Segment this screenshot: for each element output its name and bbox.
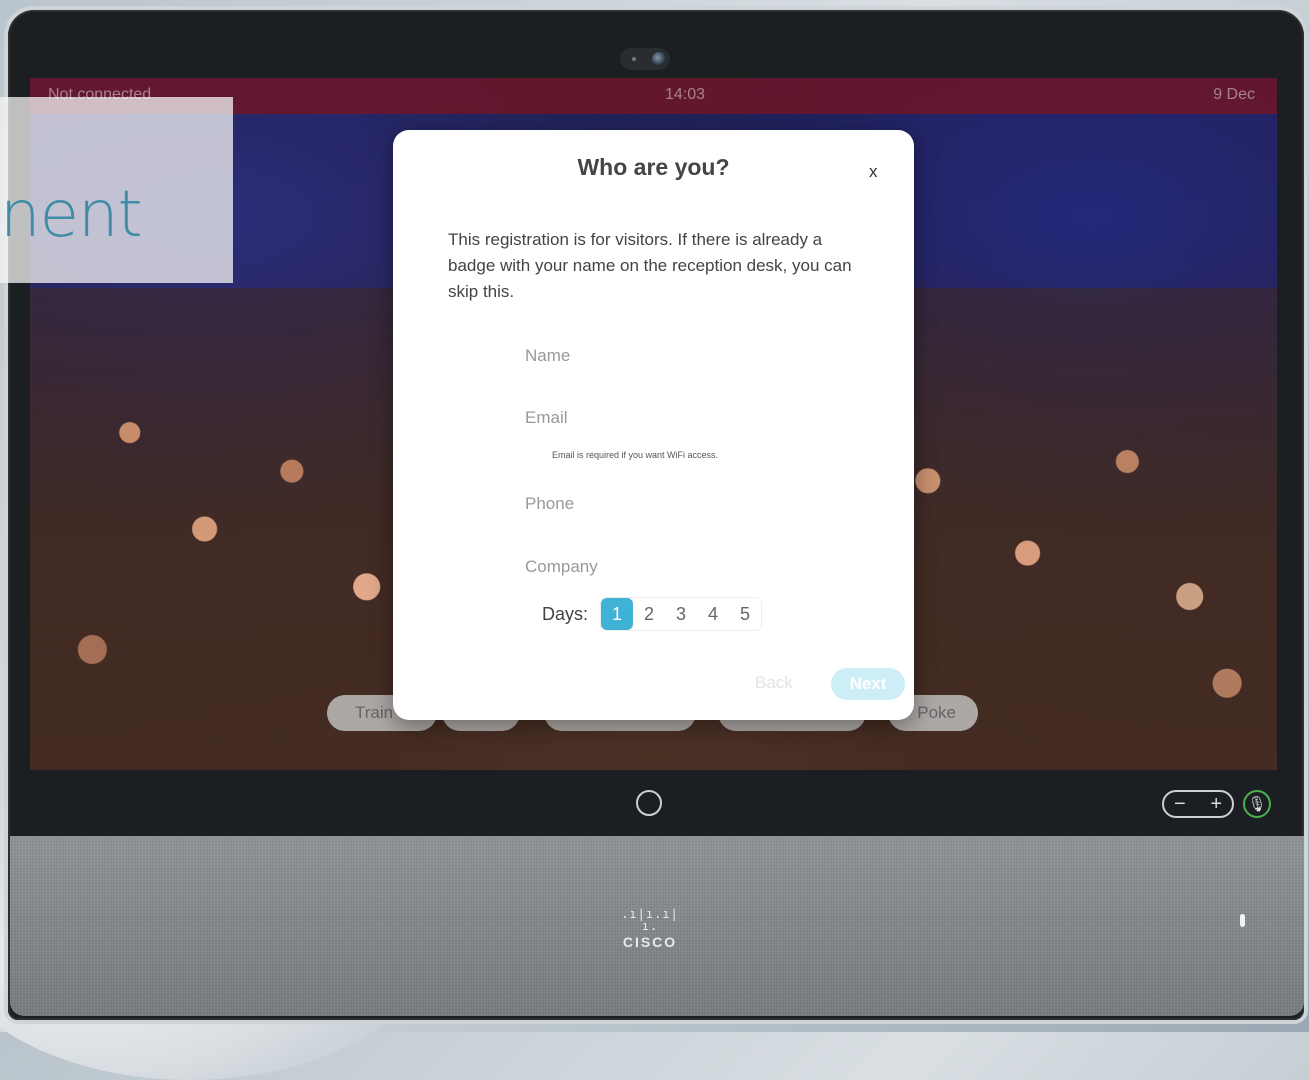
cisco-logo: .ı|ı.ı|ı. CISCO xyxy=(620,908,680,950)
days-options: 1 2 3 4 5 xyxy=(600,597,763,631)
email-field[interactable] xyxy=(525,403,825,433)
home-button[interactable] xyxy=(636,790,662,816)
camera-indicator xyxy=(632,57,636,61)
camera xyxy=(620,48,670,70)
email-hint: Email is required if you want WiFi acces… xyxy=(552,450,719,460)
date: 9 Dec xyxy=(1213,86,1255,103)
mute-mic-icon[interactable]: 🎙 xyxy=(1243,790,1271,818)
close-button[interactable]: x xyxy=(869,162,878,182)
phone-field[interactable] xyxy=(525,489,825,519)
dialog-description: This registration is for visitors. If th… xyxy=(448,230,852,301)
cisco-wordmark: CISCO xyxy=(622,934,678,950)
status-led xyxy=(1240,914,1245,927)
day-option-5[interactable]: 5 xyxy=(729,598,762,630)
name-field[interactable] xyxy=(525,341,825,371)
day-option-2[interactable]: 2 xyxy=(633,598,666,630)
days-label: Days: xyxy=(542,603,589,624)
day-option-1[interactable]: 1 xyxy=(601,598,634,630)
day-option-4[interactable]: 4 xyxy=(697,598,730,630)
camera-lens xyxy=(652,52,666,66)
poke-button-label: Poke xyxy=(917,703,956,722)
slide-overlay: nent xyxy=(0,97,233,283)
back-button[interactable]: Back xyxy=(755,673,793,693)
cisco-bars-icon: .ı|ı.ı|ı. xyxy=(621,907,679,933)
company-field[interactable] xyxy=(525,552,825,582)
volume-down-icon[interactable]: − xyxy=(1174,793,1186,816)
volume-control[interactable]: − + xyxy=(1162,790,1234,818)
day-option-3[interactable]: 3 xyxy=(665,598,698,630)
days-selector: Days: 1 2 3 4 5 xyxy=(542,597,763,631)
volume-up-icon[interactable]: + xyxy=(1210,793,1222,816)
next-button[interactable]: Next xyxy=(831,668,905,700)
registration-dialog: Who are you? x This registration is for … xyxy=(393,130,914,720)
clock: 14:03 xyxy=(665,86,706,103)
dialog-title: Who are you? xyxy=(577,154,730,180)
train-button-label: Train xyxy=(355,703,394,722)
overlay-text: nent xyxy=(0,178,143,252)
